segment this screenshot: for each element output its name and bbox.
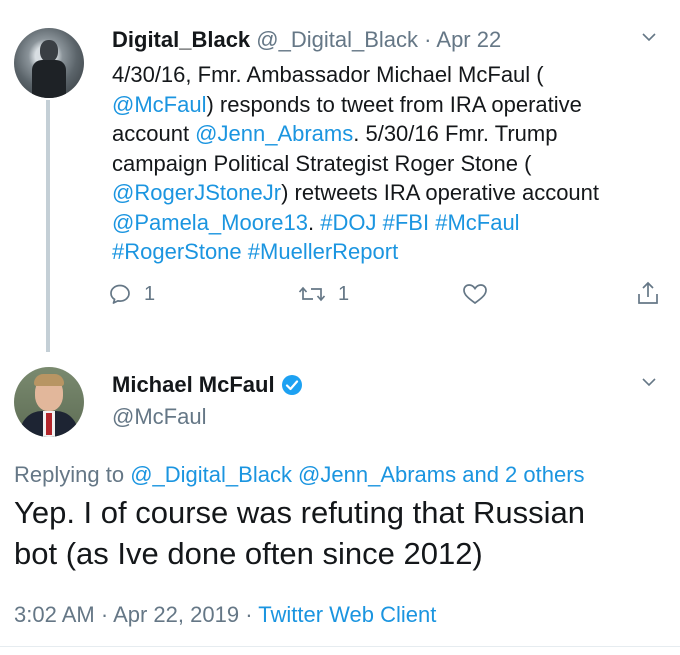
divider — [0, 646, 680, 647]
tweet1-link[interactable]: #DOJ — [320, 210, 376, 235]
tweet2-display-name[interactable]: Michael McFaul — [112, 372, 275, 398]
reply-button[interactable]: 1 — [108, 282, 155, 306]
tweet2-name-row: Michael McFaul — [112, 372, 303, 398]
tweet2-source[interactable]: Twitter Web Client — [258, 602, 436, 627]
tweet1-text: 4/30/16, Fmr. Ambassador Michael McFaul … — [112, 60, 642, 267]
avatar-digital-black[interactable] — [14, 28, 84, 98]
retweet-count: 1 — [338, 282, 350, 305]
tweet1-date[interactable]: Apr 22 — [436, 27, 501, 52]
tweet2-meta: 3:02 AM · Apr 22, 2019 · Twitter Web Cli… — [14, 602, 436, 628]
tweet1-display-name[interactable]: Digital_Black — [112, 27, 250, 52]
avatar-michael-mcfaul[interactable] — [14, 367, 84, 437]
tweet1-text-segment: 4/30/16, Fmr. Ambassador Michael McFaul … — [112, 62, 544, 87]
tweet1-link[interactable]: #McFaul — [435, 210, 519, 235]
retweet-button[interactable]: 1 — [298, 282, 349, 306]
thread-connector-line — [46, 100, 50, 352]
share-button[interactable] — [636, 280, 660, 306]
tweet1-link[interactable]: #MuellerReport — [248, 239, 398, 264]
tweet2-time[interactable]: 3:02 AM — [14, 602, 95, 627]
replying-prefix: Replying to — [14, 462, 125, 487]
tweet1-text-segment: . — [308, 209, 321, 235]
tweet1-link[interactable]: @Pamela_Moore13 — [112, 210, 308, 235]
tweet1-text-segment: ) retweets IRA operative account — [281, 180, 600, 205]
tweet2-handle[interactable]: @McFaul — [112, 404, 206, 430]
tweet2-date[interactable]: Apr 22, 2019 — [113, 602, 239, 627]
like-button[interactable] — [462, 282, 488, 306]
like-icon — [463, 284, 487, 305]
tweet1-link[interactable]: @RogerJStoneJr — [112, 180, 281, 205]
replying-to-line: Replying to @_Digital_Black @Jenn_Abrams… — [14, 462, 585, 488]
reply-count: 1 — [144, 282, 156, 305]
verified-badge-icon — [281, 375, 302, 395]
tweet2-separator-1: · — [100, 602, 109, 627]
tweet2-text: Yep. I of course was refuting that Russi… — [14, 495, 585, 571]
tweet1-separator: · — [424, 27, 432, 52]
retweet-icon — [298, 286, 326, 302]
tweet1-header: Digital_Black @_Digital_Black · Apr 22 — [112, 27, 501, 53]
share-icon — [638, 281, 658, 304]
tweet1-link[interactable]: #RogerStone — [112, 239, 242, 264]
tweet2-separator-2: · — [245, 602, 253, 627]
tweet1-link[interactable]: #FBI — [383, 210, 429, 235]
reply-icon — [110, 284, 130, 304]
tweet1-handle[interactable]: @_Digital_Black — [256, 27, 418, 52]
chevron-down-icon[interactable] — [642, 30, 656, 44]
replying-to-users[interactable]: @_Digital_Black @Jenn_Abrams and 2 other… — [130, 462, 584, 487]
tweet1-link[interactable]: @McFaul — [112, 92, 206, 117]
chevron-down-icon[interactable] — [642, 375, 656, 389]
tweet1-link[interactable]: @Jenn_Abrams — [195, 121, 353, 146]
